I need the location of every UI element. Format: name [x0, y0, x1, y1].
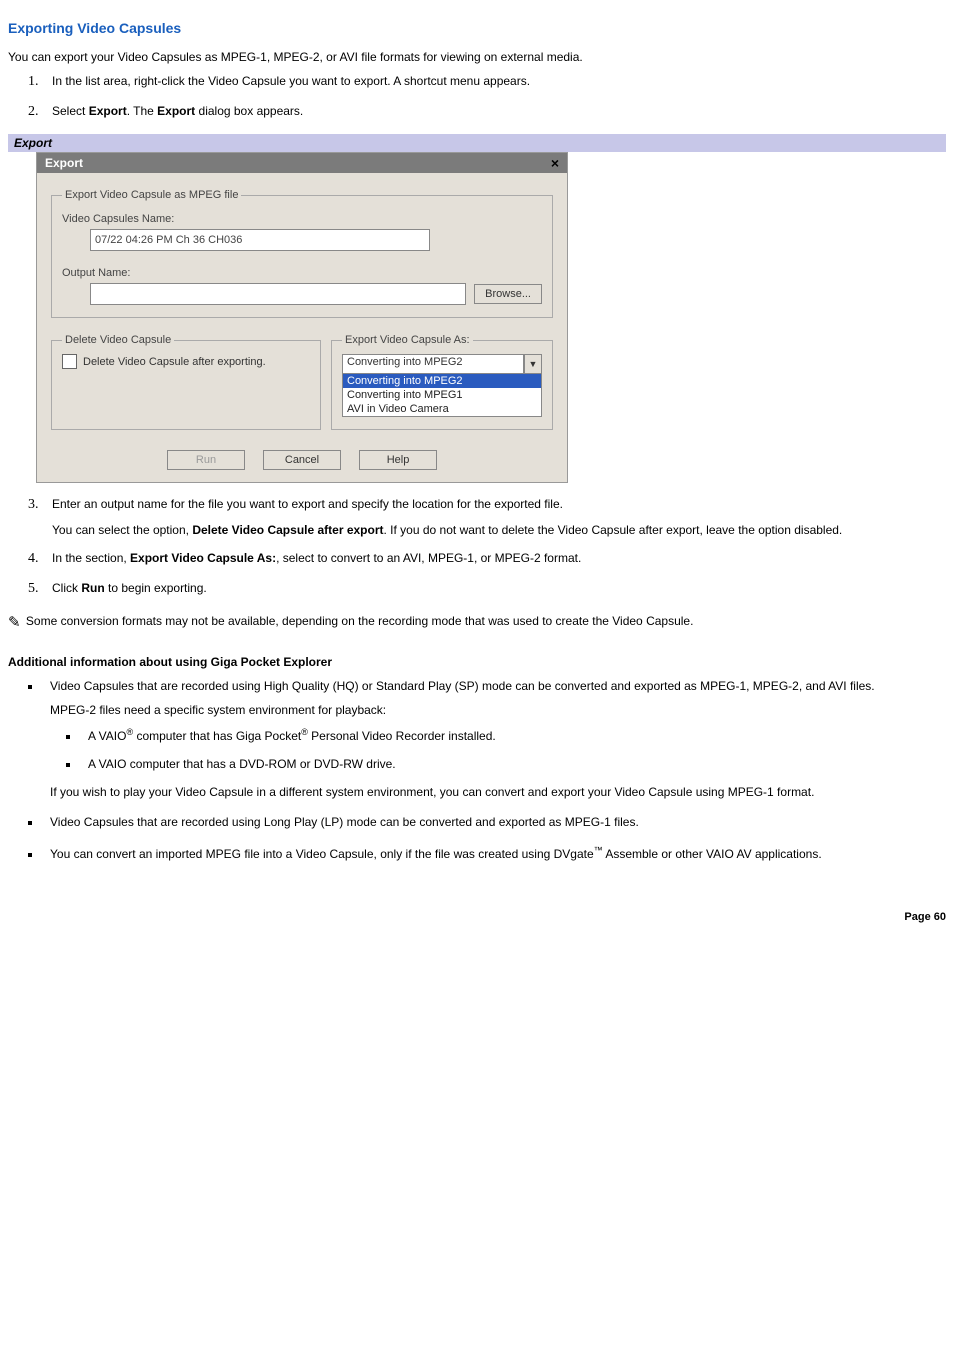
- run-button[interactable]: Run: [167, 450, 245, 470]
- video-capsules-name-input[interactable]: [90, 229, 430, 251]
- step-2-text: Select Export. The Export dialog box app…: [52, 104, 303, 118]
- group-delete-capsule: Delete Video Capsule Delete Video Capsul…: [51, 334, 321, 430]
- intro-text: You can export your Video Capsules as MP…: [8, 50, 946, 64]
- page-title: Exporting Video Capsules: [8, 20, 946, 36]
- chevron-down-icon[interactable]: ▼: [524, 354, 542, 374]
- step-4-text: In the section, Export Video Capsule As:…: [52, 551, 581, 565]
- group-export-mpeg: Export Video Capsule as MPEG file Video …: [51, 189, 553, 318]
- step-3: Enter an output name for the file you wa…: [42, 497, 946, 537]
- addl-bullet-1a: Video Capsules that are recorded using H…: [50, 679, 875, 693]
- export-format-combo[interactable]: Converting into MPEG2 ▼: [342, 354, 542, 374]
- cancel-button[interactable]: Cancel: [263, 450, 341, 470]
- step-5-text: Click Run to begin exporting.: [52, 581, 207, 595]
- dialog-titlebar: Export ×: [37, 153, 567, 173]
- note-text: Some conversion formats may not be avail…: [23, 614, 694, 628]
- step-1: In the list area, right-click the Video …: [42, 74, 946, 90]
- video-capsules-name-label: Video Capsules Name:: [62, 213, 542, 225]
- step-1-text: In the list area, right-click the Video …: [52, 74, 530, 88]
- figure-caption: Export: [8, 134, 946, 152]
- help-button[interactable]: Help: [359, 450, 437, 470]
- step-5: Click Run to begin exporting.: [42, 581, 946, 597]
- note-icon: ✎: [8, 613, 21, 631]
- step-2: Select Export. The Export dialog box app…: [42, 104, 946, 120]
- addl-bullet-1: Video Capsules that are recorded using H…: [42, 679, 946, 799]
- group-export-mpeg-legend: Export Video Capsule as MPEG file: [62, 189, 241, 201]
- addl-bullet-3: You can convert an imported MPEG file in…: [42, 845, 946, 861]
- group-delete-legend: Delete Video Capsule: [62, 334, 174, 346]
- close-icon[interactable]: ×: [551, 156, 559, 170]
- browse-button[interactable]: Browse...: [474, 284, 542, 304]
- addl-bullet-1b: MPEG-2 files need a specific system envi…: [50, 703, 946, 717]
- addl-sub-2: A VAIO computer that has a DVD-ROM or DV…: [80, 757, 946, 771]
- export-dialog: Export × Export Video Capsule as MPEG fi…: [36, 152, 568, 483]
- group-export-as: Export Video Capsule As: Converting into…: [331, 334, 553, 430]
- group-export-as-legend: Export Video Capsule As:: [342, 334, 473, 346]
- format-option-mpeg1[interactable]: Converting into MPEG1: [343, 388, 541, 402]
- output-name-label: Output Name:: [62, 267, 542, 279]
- format-option-mpeg2[interactable]: Converting into MPEG2: [343, 374, 541, 388]
- output-name-input[interactable]: [90, 283, 466, 305]
- export-format-dropdown: Converting into MPEG2 Converting into MP…: [342, 373, 542, 417]
- note-paragraph: ✎ Some conversion formats may not be ava…: [8, 611, 946, 629]
- step-3-text: Enter an output name for the file you wa…: [52, 497, 563, 511]
- export-format-value: Converting into MPEG2: [342, 354, 524, 374]
- page-number: Page 60: [8, 911, 946, 923]
- delete-after-export-label: Delete Video Capsule after exporting.: [83, 356, 266, 368]
- step-3-note: You can select the option, Delete Video …: [52, 523, 946, 537]
- format-option-avi[interactable]: AVI in Video Camera: [343, 402, 541, 416]
- additional-info-heading: Additional information about using Giga …: [8, 655, 946, 669]
- addl-bullet-1d: If you wish to play your Video Capsule i…: [50, 785, 946, 799]
- addl-sub-1: A VAIO® computer that has Giga Pocket® P…: [80, 727, 946, 743]
- step-4: In the section, Export Video Capsule As:…: [42, 551, 946, 567]
- dialog-title: Export: [45, 156, 83, 170]
- delete-after-export-checkbox[interactable]: [62, 354, 77, 369]
- addl-bullet-2: Video Capsules that are recorded using L…: [42, 815, 946, 829]
